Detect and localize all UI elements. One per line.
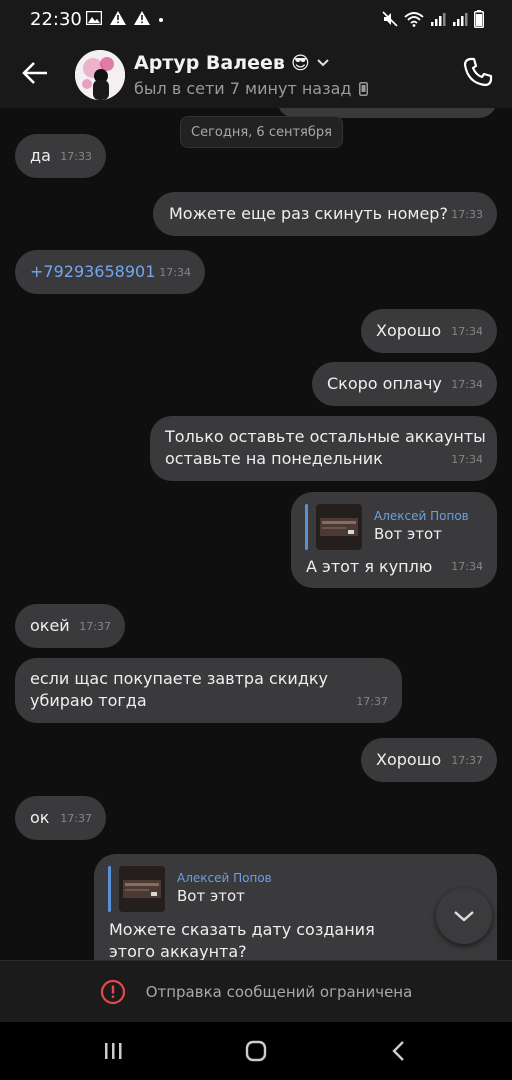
restriction-text: Отправка сообщений ограничена [145, 982, 413, 1001]
home-icon [245, 1040, 267, 1062]
message-outgoing-reply[interactable]: Алексей Попов Вот этот А этот я куплю 17… [291, 492, 497, 588]
contact-name-text: Артур Валеев [134, 52, 285, 74]
message-time: 17:34 [159, 266, 191, 279]
reply-thumbnail [119, 866, 165, 912]
message-time: 17:34 [451, 378, 483, 391]
message-outgoing[interactable]: Скоро оплачу 17:34 [312, 362, 497, 406]
message-time: 17:37 [356, 695, 388, 708]
reply-text: Вот этот [177, 887, 245, 905]
chevron-down-icon [454, 911, 474, 922]
message-incoming[interactable]: да 17:33 [15, 134, 106, 178]
contact-emoji: 😎 [290, 52, 310, 74]
message-time: 17:37 [79, 620, 111, 633]
message-text: Только оставьте остальные аккаунты остав… [165, 427, 486, 468]
recent-apps-icon [105, 1043, 122, 1059]
message-text: А этот я куплю [306, 557, 433, 576]
reply-thumbnail [316, 504, 362, 550]
notification-icons [86, 11, 164, 25]
contact-name[interactable]: Артур Валеев 😎 [134, 52, 330, 74]
system-icons [382, 10, 484, 28]
status-bar: 22:30 [0, 0, 512, 38]
contact-status: был в сети 7 минут назад [134, 79, 369, 98]
message-time: 17:37 [451, 754, 483, 767]
message-text: да [30, 146, 51, 165]
arrow-left-icon [22, 62, 47, 84]
message-text: Хорошо [376, 321, 442, 340]
call-button[interactable] [462, 56, 494, 88]
avatar-image [75, 50, 125, 100]
status-time: 22:30 [30, 9, 82, 30]
phone-icon [463, 57, 493, 87]
back-chevron-icon [392, 1041, 404, 1061]
reply-accent-bar [305, 504, 308, 550]
back-nav-button[interactable] [384, 1038, 414, 1064]
chat-header: Артур Валеев 😎 был в сети 7 минут назад [0, 38, 512, 108]
chevron-down-icon[interactable] [316, 58, 330, 68]
message-incoming[interactable]: ок 17:37 [15, 796, 106, 840]
message-outgoing[interactable]: Хорошо 17:34 [361, 309, 497, 353]
last-seen-text: был в сети 7 минут назад [134, 79, 352, 98]
wifi-icon [404, 12, 424, 27]
message-time: 17:37 [60, 812, 92, 825]
alert-circle-icon [100, 979, 125, 1004]
scroll-down-button[interactable] [436, 888, 492, 944]
home-button[interactable] [241, 1038, 271, 1064]
phone-link[interactable]: +79293658901 [30, 261, 155, 283]
image-icon [86, 11, 102, 25]
mute-icon [382, 11, 398, 27]
back-button[interactable] [18, 58, 52, 88]
message-time: 17:33 [60, 150, 92, 163]
message-outgoing[interactable]: Только оставьте остальные аккаунты остав… [150, 416, 497, 481]
system-nav-bar [0, 1022, 512, 1080]
recent-apps-button[interactable] [98, 1038, 128, 1064]
avatar[interactable] [75, 50, 125, 100]
warning-icon [134, 11, 150, 25]
message-outgoing[interactable]: Хорошо 17:37 [361, 738, 497, 782]
warning-icon [110, 11, 126, 25]
message-list[interactable]: Сегодня, 6 сентября да 17:33 Можете еще … [0, 108, 512, 960]
reply-accent-bar [108, 866, 111, 912]
dot-icon [159, 18, 163, 22]
message-text: окей [30, 616, 70, 635]
message-text: если щас покупаете завтра скидку убираю … [30, 669, 329, 710]
message-time: 17:34 [451, 453, 483, 466]
message-time: 17:34 [451, 325, 483, 338]
mobile-icon [359, 81, 369, 96]
message-time: 17:34 [451, 560, 483, 573]
message-incoming[interactable]: если щас покупаете завтра скидку убираю … [15, 658, 402, 723]
signal-icon [453, 13, 468, 26]
restriction-banner: Отправка сообщений ограничена [0, 960, 512, 1022]
message-text: Можете еще раз скинуть номер? [169, 204, 448, 223]
message-incoming[interactable]: окей 17:37 [15, 604, 125, 648]
message-time: 17:33 [451, 208, 483, 221]
message-text: Скоро оплачу [327, 374, 442, 393]
message-text: ок [30, 808, 50, 827]
reply-text: Вот этот [374, 525, 442, 543]
message-text: Можете сказать дату создания этого аккау… [109, 920, 375, 960]
message-text: Хорошо [376, 750, 442, 769]
message-outgoing[interactable]: Можете еще раз скинуть номер? 17:33 [153, 192, 497, 236]
date-separator: Сегодня, 6 сентября [180, 116, 343, 148]
signal-icon [431, 13, 446, 26]
message-incoming[interactable]: +79293658901 17:34 [15, 250, 205, 294]
battery-icon [474, 10, 484, 28]
